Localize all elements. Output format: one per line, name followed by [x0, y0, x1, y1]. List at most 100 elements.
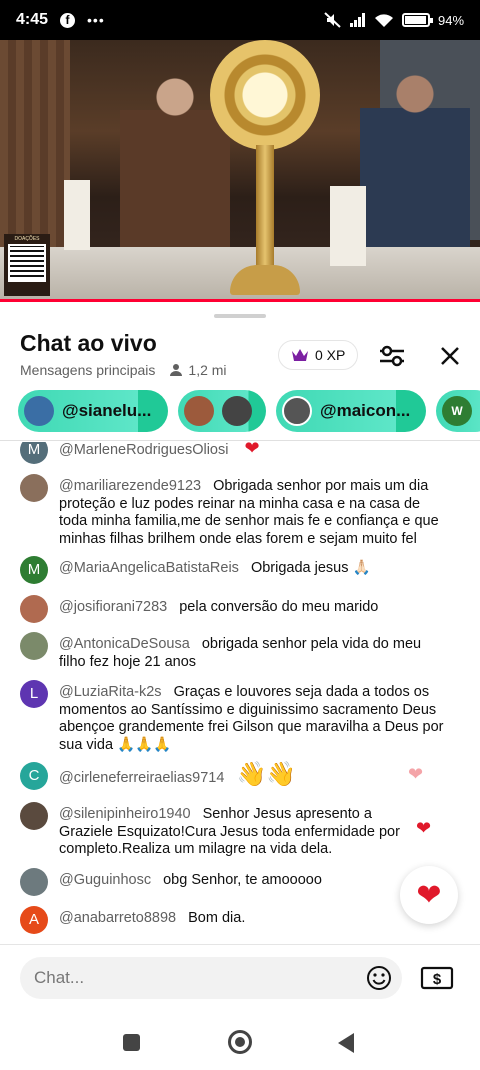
- avatar: [20, 474, 48, 502]
- chat-message: @Guguinhosc obg Senhor, te amooooo: [20, 868, 450, 896]
- back-button[interactable]: [338, 1033, 354, 1053]
- video-candle-right: [330, 186, 366, 266]
- chat-message: M @MariaAngelicaBatistaReis Obrigada jesu…: [20, 556, 450, 584]
- avatar: W: [442, 396, 472, 426]
- avatar: C: [20, 762, 48, 790]
- status-bar: 4:45 f ••• 94%: [0, 0, 480, 40]
- chip-label: @maicon...: [320, 401, 411, 420]
- mute-icon: [324, 12, 341, 28]
- live-chat-panel: Chat ao vivo Mensagens principais 1,2 mi…: [0, 304, 480, 944]
- close-icon: [441, 347, 459, 365]
- chat-title: Chat ao vivo: [20, 330, 157, 356]
- message-author[interactable]: @mariliarezende9123: [59, 478, 201, 494]
- message-author[interactable]: @Guguinhosc: [59, 872, 151, 888]
- svg-text:$: $: [433, 971, 442, 988]
- message-author[interactable]: @LuziaRita-k2s: [59, 684, 162, 700]
- avatar: M: [20, 442, 48, 464]
- message-author[interactable]: @cirleneferreiraelias9714: [59, 770, 224, 786]
- avatar: [20, 595, 48, 623]
- message-author[interactable]: @MarleneRodriguesOliosi: [59, 442, 228, 458]
- heart-icon: ❤: [416, 818, 432, 838]
- message-author[interactable]: @anabarreto8898: [59, 910, 176, 926]
- chip-divider: [0, 440, 480, 441]
- more-notifications-icon: •••: [87, 12, 105, 28]
- chat-mode-selector[interactable]: Mensagens principais: [20, 362, 155, 378]
- avatar: L: [20, 680, 48, 708]
- chat-message: @silenipinheiro1940 Senhor Jesus apresent…: [20, 802, 450, 859]
- message-text: 👋👋: [236, 761, 297, 788]
- live-video-player[interactable]: DOAÇÕES: [0, 40, 480, 302]
- battery-percent: 94%: [437, 12, 464, 28]
- emoji-icon: [367, 966, 391, 990]
- avatar: A: [20, 906, 48, 934]
- message-author[interactable]: @josifiorani7283: [59, 599, 167, 615]
- home-button[interactable]: [228, 1030, 252, 1054]
- avatar: [24, 396, 54, 426]
- donation-label: DOAÇÕES: [14, 236, 40, 242]
- battery-icon: [401, 13, 433, 27]
- chip-user[interactable]: @maicon...: [276, 390, 426, 432]
- recent-apps-button[interactable]: [123, 1034, 140, 1051]
- heart-icon: ❤: [408, 764, 424, 784]
- chat-message: M @MarleneRodriguesOliosi ❤: [20, 442, 450, 464]
- chip-label: @sianelu...: [62, 401, 152, 420]
- qr-code-icon: [8, 244, 46, 282]
- message-text: pela conversão do meu marido: [179, 599, 379, 615]
- message-text: obg Senhor, te amooooo: [163, 872, 322, 888]
- viewer-count: 1,2 mi: [169, 362, 227, 378]
- filter-sliders-icon: [380, 345, 404, 367]
- heart-icon: ❤: [416, 878, 442, 912]
- chat-message: @mariliarezende9123 Obrigada senhor por m…: [20, 474, 450, 548]
- chat-message: @AntonicaDeSousa obrigada senhor pela vid…: [20, 632, 450, 671]
- monstrance-stem: [256, 145, 274, 275]
- message-text: Bom dia.: [188, 910, 246, 926]
- video-monstrance: [210, 40, 320, 300]
- donation-qr-panel: DOAÇÕES: [4, 234, 50, 296]
- signal-icon: [349, 13, 365, 27]
- chip-user[interactable]: @sianelu...: [18, 390, 168, 432]
- emoji-button[interactable]: [366, 965, 392, 991]
- wifi-icon: [374, 13, 393, 27]
- status-time: 4:45: [16, 11, 49, 28]
- message-author[interactable]: @MariaAngelicaBatistaReis: [59, 560, 239, 576]
- chat-input-bar: $: [0, 944, 480, 1012]
- chat-subheader: Mensagens principais 1,2 mi: [20, 362, 227, 378]
- battery-fill: [404, 16, 426, 24]
- video-progress-bar: [0, 299, 480, 302]
- xp-badge-button[interactable]: 0 XP: [278, 340, 359, 370]
- super-chat-button[interactable]: $: [420, 964, 454, 992]
- filter-settings-button[interactable]: [376, 340, 408, 372]
- close-chat-button[interactable]: [434, 340, 466, 372]
- pinned-chips-row: @sianelu... @maicon... W: [18, 390, 480, 434]
- avatar: [222, 396, 252, 426]
- drag-handle[interactable]: [214, 314, 266, 318]
- message-text: Obrigada jesus 🙏🏻: [250, 560, 371, 576]
- chat-message: L @LuziaRita-k2s Graças e louvores seja d…: [20, 680, 450, 754]
- chip-user[interactable]: [178, 390, 266, 432]
- avatar: [20, 632, 48, 660]
- video-candle-left: [64, 180, 90, 250]
- chat-message: @josifiorani7283 pela conversão do meu ma…: [20, 595, 450, 623]
- heart-icon: ❤: [244, 442, 260, 458]
- chat-message: C @cirleneferreiraelias9714 👋👋 ❤: [20, 761, 450, 790]
- chip-user[interactable]: W: [436, 390, 480, 432]
- avatar: [184, 396, 214, 426]
- chat-input[interactable]: [20, 957, 402, 999]
- avatar: [282, 396, 312, 426]
- system-nav-bar: [0, 1012, 480, 1070]
- viewer-count-label: 1,2 mi: [188, 362, 227, 378]
- chat-message-list[interactable]: M @MarleneRodriguesOliosi ❤ @mariliarezen…: [0, 442, 480, 942]
- send-heart-button[interactable]: ❤: [400, 866, 458, 924]
- dollar-bill-icon: $: [420, 966, 454, 990]
- avatar: [20, 868, 48, 896]
- chat-message: A @anabarreto8898 Bom dia.: [20, 906, 450, 934]
- crown-icon: [292, 349, 308, 361]
- video-man-figure: [360, 70, 470, 270]
- message-author[interactable]: @AntonicaDeSousa: [59, 636, 190, 652]
- xp-label: 0 XP: [315, 347, 346, 363]
- monstrance-base: [230, 265, 300, 295]
- monstrance-rays: [210, 40, 320, 150]
- person-icon: [170, 364, 183, 376]
- status-icons: 94%: [324, 12, 464, 28]
- message-author[interactable]: @silenipinheiro1940: [59, 806, 191, 822]
